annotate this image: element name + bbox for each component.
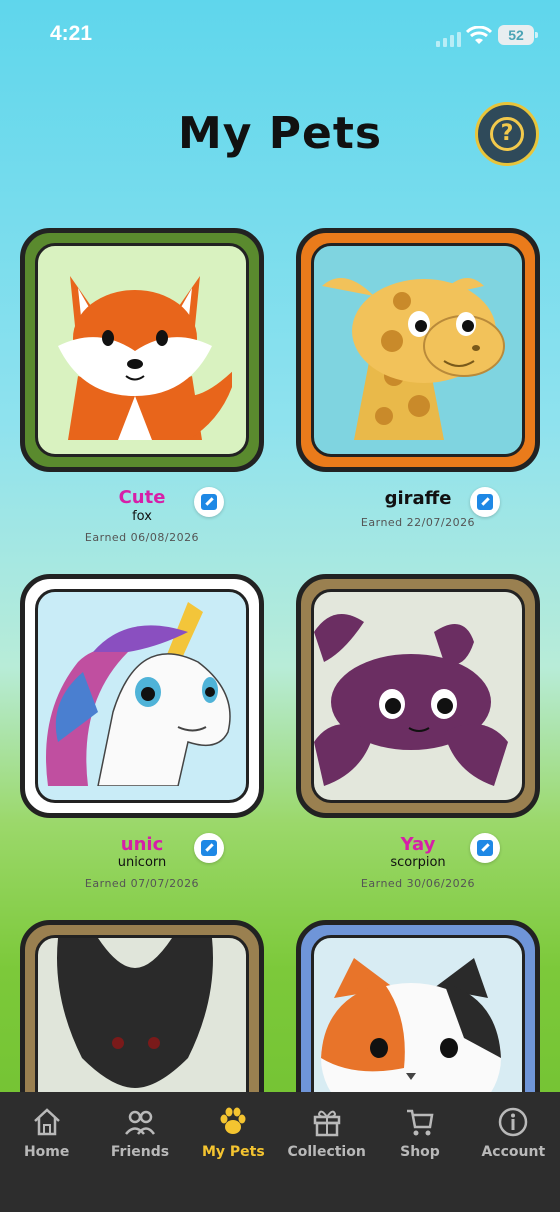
nav-item-my-pets[interactable]: My Pets [187, 1092, 280, 1212]
nav-item-home[interactable]: Home [0, 1092, 93, 1212]
paw-icon [220, 1107, 246, 1134]
pet-species-unicorn: unicorn [117, 855, 167, 870]
status-bar: 4:21 52 [0, 0, 560, 70]
pet-name-fox: Cute [118, 487, 166, 508]
pet-species-fox: fox [132, 509, 152, 524]
edit-icon [477, 494, 493, 510]
edit-icon [201, 840, 217, 856]
pet-image-giraffe [311, 243, 525, 457]
pet-image-scorpion [311, 589, 525, 803]
pet-card-giraffe[interactable] [296, 228, 540, 472]
nav-item-collection[interactable]: Collection [280, 1092, 373, 1212]
edit-pet-button-fox[interactable] [194, 487, 224, 517]
bottom-nav: Home Friends My Pets Collection Shop Acc… [0, 1092, 560, 1212]
nav-label-friends: Friends [110, 1144, 170, 1160]
nav-item-friends[interactable]: Friends [93, 1092, 186, 1212]
signal-icon [436, 32, 461, 47]
pet-name-giraffe: giraffe [384, 488, 452, 509]
pet-image-fox [35, 243, 249, 457]
pet-image-unicorn [35, 589, 249, 803]
nav-label-collection: Collection [287, 1144, 366, 1160]
nav-item-account[interactable]: Account [467, 1092, 560, 1212]
pet-earned-giraffe: Earned 22/07/2026 [360, 516, 476, 529]
pet-card-scorpion[interactable] [296, 574, 540, 818]
edit-icon [201, 494, 217, 510]
nav-label-account: Account [481, 1144, 546, 1160]
pet-card-unicorn[interactable] [20, 574, 264, 818]
edit-pet-button-giraffe[interactable] [470, 487, 500, 517]
edit-pet-button-scorpion[interactable] [470, 833, 500, 863]
nav-item-shop[interactable]: Shop [373, 1092, 466, 1212]
pet-name-scorpion: Yay [400, 834, 436, 855]
edit-icon [477, 840, 493, 856]
question-icon: ? [490, 117, 524, 151]
info-icon [499, 1107, 528, 1137]
cart-icon [406, 1109, 434, 1136]
battery-indicator: 52 [498, 25, 538, 45]
pet-earned-fox: Earned 06/08/2026 [84, 531, 200, 544]
wifi-icon [465, 25, 493, 50]
pet-species-scorpion: scorpion [390, 855, 446, 870]
gift-icon [313, 1110, 340, 1137]
help-button[interactable]: ? [475, 102, 539, 166]
home-icon [33, 1108, 60, 1136]
nav-label-shop: Shop [400, 1144, 440, 1160]
pet-earned-scorpion: Earned 30/06/2026 [360, 877, 476, 890]
nav-label-my-pets: My Pets [201, 1144, 265, 1160]
nav-label-home: Home [23, 1144, 70, 1160]
pet-name-unicorn: unic [120, 834, 164, 855]
status-time: 4:21 [50, 22, 93, 45]
friends-icon [125, 1110, 155, 1135]
edit-pet-button-unicorn[interactable] [194, 833, 224, 863]
pet-earned-unicorn: Earned 07/07/2026 [84, 877, 200, 890]
pet-card-fox[interactable] [20, 228, 264, 472]
